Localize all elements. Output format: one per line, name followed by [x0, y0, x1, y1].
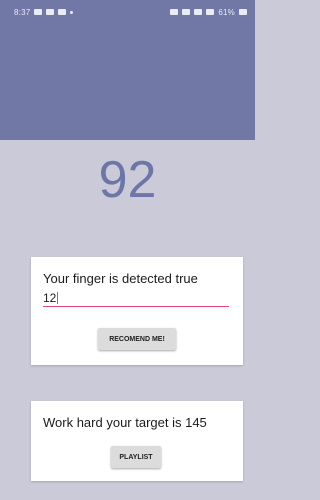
status-time: 8:37	[14, 7, 31, 17]
value-input-text: 12	[43, 291, 57, 305]
wifi-icon	[194, 9, 203, 15]
notification-dot-icon	[70, 10, 74, 14]
target-message: Work hard your target is 145	[43, 415, 207, 430]
signal-icon	[206, 9, 215, 15]
heart-rate-value: 92	[98, 151, 157, 209]
message-icon	[46, 9, 55, 15]
status-left: 8:37	[14, 7, 74, 17]
text-cursor	[57, 292, 59, 304]
target-card: Work hard your target is 145 PLAYLIST	[31, 401, 243, 481]
value-input[interactable]: 12	[43, 289, 229, 307]
mute-icon	[182, 9, 191, 15]
detection-card: Your finger is detected true 12 RECOMEND…	[31, 257, 243, 365]
playlist-button[interactable]: PLAYLIST	[111, 446, 161, 468]
recommend-button[interactable]: RECOMEND ME!	[98, 328, 176, 350]
detection-message: Your finger is detected true	[43, 271, 198, 286]
status-right: 61%	[170, 8, 247, 17]
battery-level: 61%	[218, 7, 235, 17]
status-bar: 8:37 61%	[0, 0, 255, 24]
shield-icon	[58, 9, 67, 15]
battery-icon	[239, 9, 247, 15]
gallery-icon	[34, 9, 43, 15]
alarm-icon	[170, 9, 179, 15]
